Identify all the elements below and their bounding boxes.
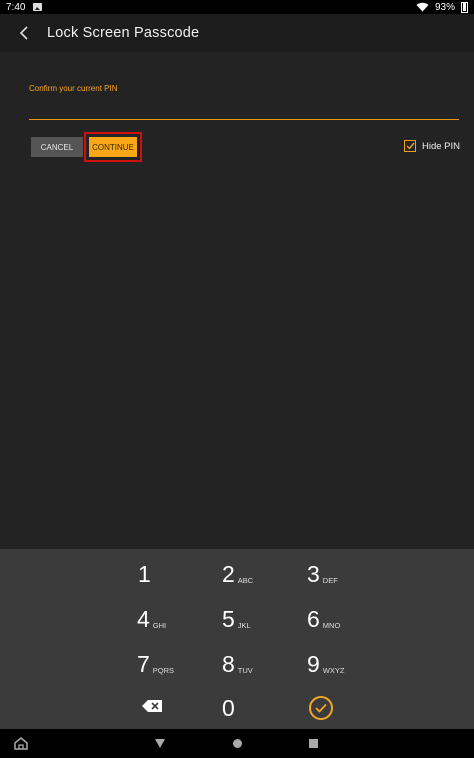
key-5[interactable]: 5 JKL	[222, 608, 251, 631]
key-7[interactable]: 7 PQRS	[137, 653, 174, 676]
back-arrow-icon[interactable]	[8, 14, 40, 52]
key-digit: 5	[222, 606, 235, 632]
continue-button[interactable]: CONTINUE	[89, 137, 137, 157]
key-1[interactable]: 1	[138, 563, 154, 586]
key-digit: 0	[222, 695, 235, 721]
pin-input[interactable]	[29, 98, 459, 120]
key-digit: 7	[137, 651, 150, 677]
image-notification-icon	[33, 3, 43, 11]
battery-percent: 93%	[434, 1, 455, 13]
key-digit: 4	[137, 606, 150, 632]
key-letters: WXYZ	[322, 666, 345, 675]
screen: 7:40 93% Lock Screen Passcode Confirm yo…	[0, 0, 474, 758]
key-digit: 9	[307, 651, 320, 677]
page-title: Lock Screen Passcode	[47, 25, 200, 41]
key-letters: JKL	[237, 621, 251, 630]
backspace-icon[interactable]	[141, 699, 163, 715]
key-letters: TUV	[237, 666, 253, 675]
key-4[interactable]: 4 GHI	[137, 608, 166, 631]
home-icon[interactable]	[14, 737, 28, 750]
key-9[interactable]: 9 WXYZ	[307, 653, 344, 676]
nav-recents-icon[interactable]	[309, 739, 318, 748]
check-icon	[406, 142, 415, 150]
battery-icon	[461, 1, 468, 13]
key-letters: PQRS	[152, 666, 175, 675]
navigation-bar	[0, 729, 474, 758]
key-0[interactable]: 0	[222, 697, 235, 720]
cancel-button[interactable]: CANCEL	[31, 137, 83, 157]
key-8[interactable]: 8 TUV	[222, 653, 253, 676]
key-6[interactable]: 6 MNO	[307, 608, 340, 631]
status-time: 7:40	[6, 1, 26, 13]
key-digit: 2	[222, 561, 235, 587]
key-digit: 8	[222, 651, 235, 677]
nav-back-icon[interactable]	[155, 739, 165, 748]
key-letters: DEF	[322, 576, 338, 585]
key-letters: GHI	[152, 621, 167, 630]
numeric-keypad: 1 2 ABC 3 DEF 4 GHI 5 JKL 6 MNO 7 PQRS 8	[0, 549, 474, 729]
key-2[interactable]: 2 ABC	[222, 563, 253, 586]
key-digit: 6	[307, 606, 320, 632]
app-bar: Lock Screen Passcode	[0, 14, 474, 52]
key-3[interactable]: 3 DEF	[307, 563, 338, 586]
continue-highlight: CONTINUE	[84, 132, 142, 162]
nav-home-circle-icon[interactable]	[233, 739, 242, 748]
status-right: 93%	[416, 1, 468, 13]
hide-pin-toggle[interactable]: Hide PIN	[404, 140, 460, 152]
key-letters: ABC	[237, 576, 254, 585]
key-letters: MNO	[322, 621, 341, 630]
status-bar: 7:40 93%	[0, 0, 474, 14]
pin-field-label: Confirm your current PIN	[29, 84, 118, 93]
key-digit: 3	[307, 561, 320, 587]
check-circle-icon[interactable]	[309, 696, 333, 720]
hide-pin-checkbox[interactable]	[404, 140, 416, 152]
hide-pin-label: Hide PIN	[422, 140, 461, 152]
key-digit: 1	[138, 561, 151, 587]
wifi-icon	[416, 2, 429, 12]
